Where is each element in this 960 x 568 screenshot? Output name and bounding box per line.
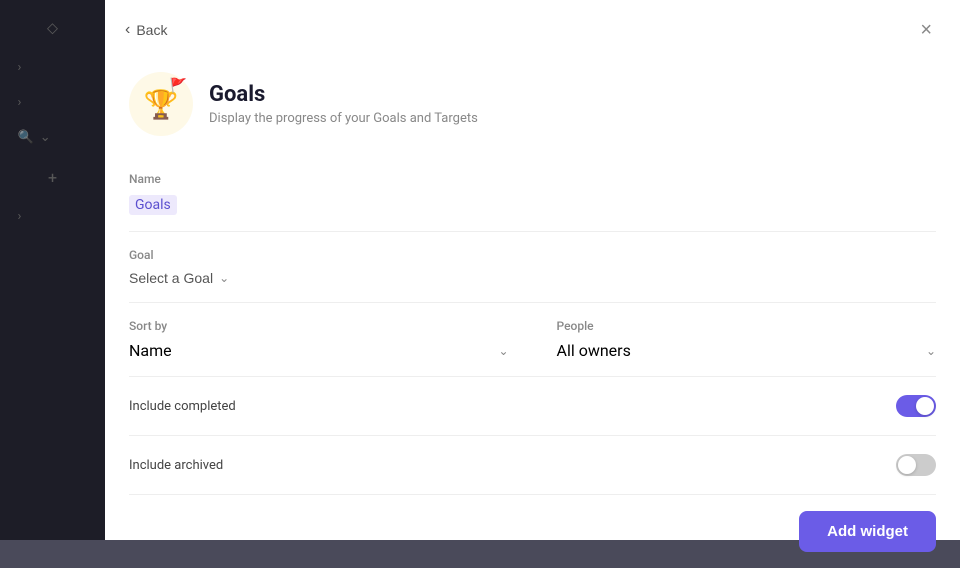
people-select-row[interactable]: All owners ⌄: [557, 341, 937, 360]
modal-header: ‹ Back ×: [105, 0, 960, 56]
include-archived-row: Include archived: [129, 436, 936, 495]
people-label: People: [557, 319, 937, 333]
modal-body: Name Goals Goal Select a Goal ⌄ Sort by …: [105, 156, 960, 495]
widget-info: 🏆 🚩 Goals Display the progress of your G…: [105, 56, 960, 156]
goal-field-group: Goal Select a Goal ⌄: [129, 232, 936, 303]
name-value[interactable]: Goals: [129, 195, 177, 215]
goals-modal: ‹ Back × 🏆 🚩 Goals Display the progress …: [105, 0, 960, 540]
goal-chevron-icon: ⌄: [219, 271, 229, 285]
people-col: People All owners ⌄: [525, 319, 937, 360]
back-arrow-icon: ‹: [125, 21, 130, 39]
toggle-slider-completed: [896, 395, 936, 417]
back-label: Back: [136, 22, 167, 38]
widget-text: Goals Display the progress of your Goals…: [209, 82, 478, 126]
name-field-group: Name Goals: [129, 156, 936, 232]
people-value: All owners: [557, 341, 631, 360]
close-button[interactable]: ×: [916, 16, 936, 44]
include-completed-row: Include completed: [129, 377, 936, 436]
back-button[interactable]: ‹ Back: [125, 21, 167, 39]
close-icon: ×: [920, 19, 932, 41]
sort-col: Sort by Name ⌄: [129, 319, 525, 360]
flag-badge-icon: 🚩: [170, 78, 187, 94]
goal-select-button[interactable]: Select a Goal ⌄: [129, 270, 229, 286]
people-chevron-icon: ⌄: [926, 344, 936, 358]
modal-footer: Add widget: [105, 495, 960, 568]
sort-people-row: Sort by Name ⌄ People All owners ⌄: [129, 303, 936, 377]
toggle-slider-archived: [896, 454, 936, 476]
name-label: Name: [129, 172, 936, 186]
include-completed-label: Include completed: [129, 399, 236, 414]
include-archived-toggle[interactable]: [896, 454, 936, 476]
widget-title: Goals: [209, 82, 478, 107]
goal-label: Goal: [129, 248, 936, 262]
include-archived-label: Include archived: [129, 458, 223, 473]
widget-description: Display the progress of your Goals and T…: [209, 111, 478, 126]
sort-chevron-icon: ⌄: [498, 344, 508, 358]
include-completed-toggle[interactable]: [896, 395, 936, 417]
add-widget-button[interactable]: Add widget: [799, 511, 936, 552]
sort-value: Name: [129, 341, 172, 360]
sort-label: Sort by: [129, 319, 509, 333]
goal-select-value: Select a Goal: [129, 270, 213, 286]
widget-icon-wrapper: 🏆 🚩: [129, 72, 193, 136]
sort-select-row[interactable]: Name ⌄: [129, 341, 509, 360]
